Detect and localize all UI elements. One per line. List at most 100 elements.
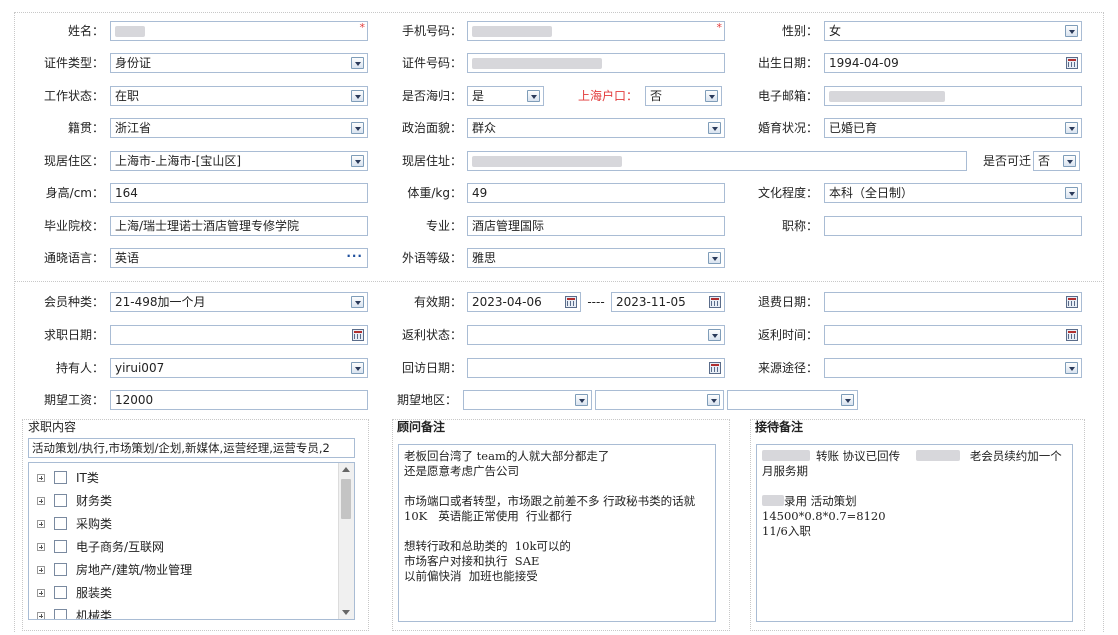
id-type-select[interactable]: 身份证 xyxy=(110,53,368,73)
chevron-down-icon[interactable] xyxy=(351,362,364,374)
source-select[interactable] xyxy=(824,358,1082,378)
chevron-down-icon[interactable] xyxy=(1063,155,1076,167)
residence-area-select[interactable]: 上海市-上海市-[宝山区] xyxy=(110,151,368,171)
tree-item-label: 财务类 xyxy=(76,494,113,508)
calendar-icon[interactable] xyxy=(1066,57,1078,69)
more-icon[interactable]: ··· xyxy=(346,249,363,265)
political-select[interactable]: 群众 xyxy=(467,118,725,138)
work-status-label: 工作状态： xyxy=(43,89,104,103)
language-field[interactable]: 英语 ··· xyxy=(110,248,368,268)
chevron-down-icon[interactable] xyxy=(708,329,721,341)
reception-notes-textarea[interactable]: 转账 协议已回传 老会员续约加一个月服务期 录用 活动策划 14500*0.8*… xyxy=(756,444,1073,622)
height-field[interactable]: 164 xyxy=(110,183,368,203)
valid-to-field[interactable]: 2023-11-05 xyxy=(611,292,725,312)
checkbox[interactable] xyxy=(54,471,67,484)
job-category-tree[interactable]: IT类 财务类 采购类 电子商务/互联网 房地产/建筑/物业管理 服装类 机械类 xyxy=(28,462,355,620)
birthdate-field[interactable]: 1994-04-09 xyxy=(824,53,1082,73)
salary-field[interactable]: 12000 xyxy=(110,390,368,410)
checkbox[interactable] xyxy=(54,586,67,599)
rebate-status-select[interactable] xyxy=(467,325,725,345)
chevron-down-icon[interactable] xyxy=(351,90,364,102)
member-type-label: 会员种类： xyxy=(43,295,104,309)
chevron-down-icon[interactable] xyxy=(351,122,364,134)
chevron-down-icon[interactable] xyxy=(1065,187,1078,199)
expand-icon[interactable] xyxy=(37,566,45,574)
calendar-icon[interactable] xyxy=(1066,329,1078,341)
name-field[interactable]: * xyxy=(110,21,368,41)
expand-icon[interactable] xyxy=(37,589,45,597)
chevron-down-icon[interactable] xyxy=(708,252,721,264)
calendar-icon[interactable] xyxy=(565,296,577,308)
title-field[interactable] xyxy=(824,216,1082,236)
education-select[interactable]: 本科（全日制） xyxy=(824,183,1082,203)
consultant-notes-title: 顾问备注 xyxy=(397,420,446,434)
mobile-field[interactable]: * xyxy=(467,21,725,41)
scroll-up-icon[interactable] xyxy=(342,467,350,472)
consultant-notes-textarea[interactable]: 老板回台湾了 team的人就大部分都走了 还是愿意考虑广告公司 市场端口或者转型… xyxy=(398,444,716,622)
work-status-select[interactable]: 在职 xyxy=(110,86,368,106)
region-city-select[interactable] xyxy=(595,390,724,410)
relocatable-select[interactable]: 否 xyxy=(1033,151,1080,171)
chevron-down-icon[interactable] xyxy=(707,394,720,406)
returnee-value: 是 xyxy=(472,89,485,103)
valid-to-value: 2023-11-05 xyxy=(616,295,686,309)
job-content-selected-field[interactable]: 活动策划/执行,市场策划/企划,新媒体,运营经理,运营专员,2 xyxy=(28,438,355,458)
shanghai-hukou-value: 否 xyxy=(650,89,663,103)
redacted-id-number xyxy=(472,58,602,69)
chevron-down-icon[interactable] xyxy=(1065,362,1078,374)
foreign-level-select[interactable]: 雅思 xyxy=(467,248,725,268)
residence-address-field[interactable] xyxy=(467,151,967,171)
email-field[interactable] xyxy=(824,86,1082,106)
chevron-down-icon[interactable] xyxy=(1065,25,1078,37)
title-label: 职称： xyxy=(781,219,818,233)
chevron-down-icon[interactable] xyxy=(705,90,718,102)
chevron-down-icon[interactable] xyxy=(708,122,721,134)
chevron-down-icon[interactable] xyxy=(351,155,364,167)
tree-scrollbar[interactable] xyxy=(338,463,354,619)
member-type-select[interactable]: 21-498加一个月 xyxy=(110,292,368,312)
region-province-select[interactable] xyxy=(463,390,592,410)
expand-icon[interactable] xyxy=(37,474,45,482)
revisit-date-field[interactable] xyxy=(467,358,725,378)
checkbox[interactable] xyxy=(54,609,67,619)
calendar-icon[interactable] xyxy=(1066,296,1078,308)
calendar-icon[interactable] xyxy=(709,296,721,308)
expand-icon[interactable] xyxy=(37,520,45,528)
checkbox[interactable] xyxy=(54,563,67,576)
region-district-select[interactable] xyxy=(727,390,858,410)
returnee-select[interactable]: 是 xyxy=(467,86,544,106)
scroll-down-icon[interactable] xyxy=(342,610,350,615)
valid-from-field[interactable]: 2023-04-06 xyxy=(467,292,581,312)
chevron-down-icon[interactable] xyxy=(1065,122,1078,134)
chevron-down-icon[interactable] xyxy=(527,90,540,102)
native-place-select[interactable]: 浙江省 xyxy=(110,118,368,138)
school-field[interactable]: 上海/瑞士理诺士酒店管理专修学院 xyxy=(110,216,368,236)
birthdate-label: 出生日期： xyxy=(757,56,818,70)
chevron-down-icon[interactable] xyxy=(351,57,364,69)
rebate-time-field[interactable] xyxy=(824,325,1082,345)
checkbox[interactable] xyxy=(54,494,67,507)
job-date-field[interactable] xyxy=(110,325,368,345)
native-place-value: 浙江省 xyxy=(115,121,152,135)
scroll-thumb[interactable] xyxy=(341,479,351,519)
holder-select[interactable]: yirui007 xyxy=(110,358,368,378)
checkbox[interactable] xyxy=(54,540,67,553)
expand-icon[interactable] xyxy=(37,543,45,551)
chevron-down-icon[interactable] xyxy=(351,296,364,308)
revisit-label: 回访日期： xyxy=(401,361,462,375)
id-number-field[interactable] xyxy=(467,53,725,73)
refund-date-field[interactable] xyxy=(824,292,1082,312)
calendar-icon[interactable] xyxy=(352,329,364,341)
expand-icon[interactable] xyxy=(37,612,45,619)
chevron-down-icon[interactable] xyxy=(575,394,588,406)
checkbox[interactable] xyxy=(54,517,67,530)
major-field[interactable]: 酒店管理国际 xyxy=(467,216,725,236)
chevron-down-icon[interactable] xyxy=(841,394,854,406)
gender-label: 性别： xyxy=(781,24,818,38)
expand-icon[interactable] xyxy=(37,497,45,505)
gender-select[interactable]: 女 xyxy=(824,21,1082,41)
marital-select[interactable]: 已婚已育 xyxy=(824,118,1082,138)
calendar-icon[interactable] xyxy=(709,362,721,374)
shanghai-hukou-select[interactable]: 否 xyxy=(645,86,722,106)
weight-field[interactable]: 49 xyxy=(467,183,725,203)
